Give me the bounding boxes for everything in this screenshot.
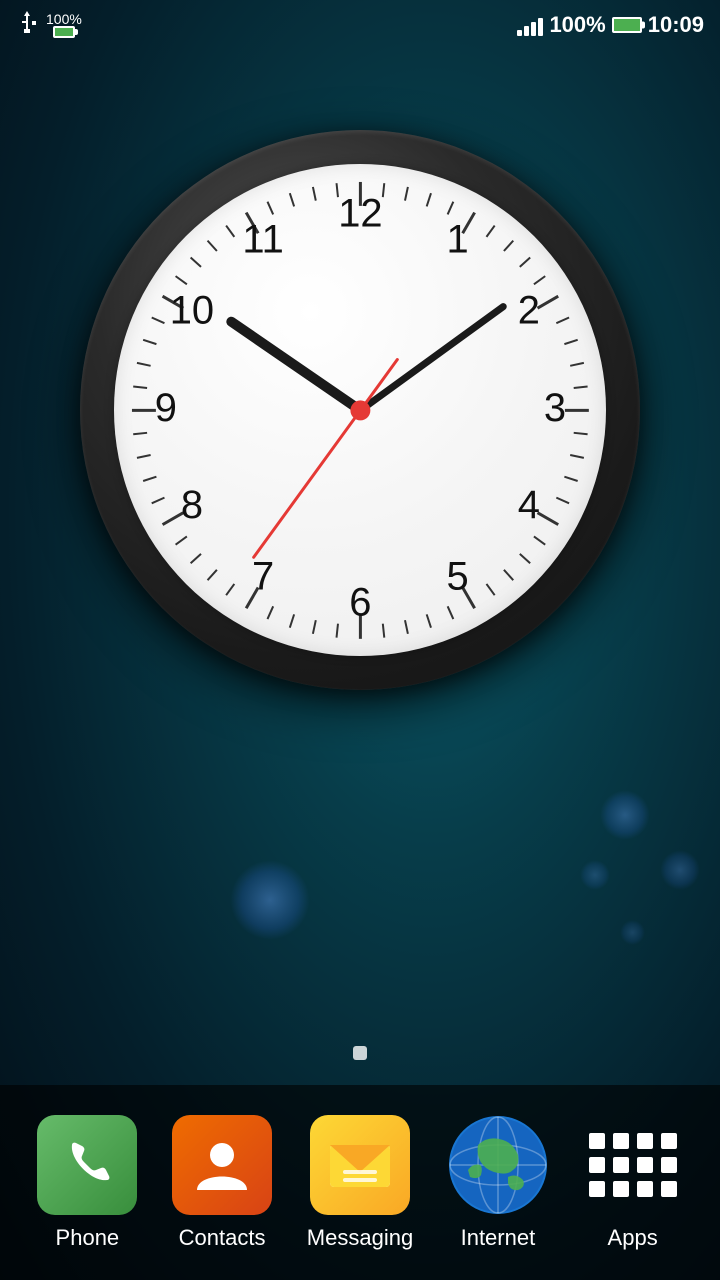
svg-text:6: 6 [349, 580, 371, 624]
battery-small-percent: 100% [46, 12, 82, 26]
signal-bar-4 [538, 18, 543, 36]
battery-small-icon [53, 26, 75, 38]
status-left: 100% [16, 11, 82, 39]
status-bar: 100% 100% 10:09 [0, 0, 720, 50]
signal-bars [517, 14, 543, 36]
dock-apps-label: Apps [608, 1225, 658, 1251]
svg-text:1: 1 [446, 217, 468, 261]
dock-internet-label: Internet [461, 1225, 536, 1251]
svg-text:2: 2 [517, 288, 539, 332]
signal-bar-3 [531, 22, 536, 36]
battery-percent: 100% [549, 12, 605, 38]
svg-text:8: 8 [180, 483, 202, 527]
internet-icon [448, 1115, 548, 1215]
dock-phone-label: Phone [56, 1225, 120, 1251]
dock-item-phone[interactable]: Phone [37, 1115, 137, 1251]
signal-bar-1 [517, 30, 522, 36]
svg-text:10: 10 [169, 288, 213, 332]
clock-face: 121234567891011 [114, 164, 607, 657]
contacts-icon [172, 1115, 272, 1215]
battery-icon [612, 17, 642, 33]
svg-text:9: 9 [154, 386, 176, 430]
clock-svg: 121234567891011 [114, 164, 607, 657]
page-dot-active [353, 1046, 367, 1060]
battery-small: 100% [46, 12, 82, 38]
dock-contacts-label: Contacts [179, 1225, 266, 1251]
usb-icon [16, 11, 38, 39]
svg-text:12: 12 [338, 191, 382, 235]
dock-item-contacts[interactable]: Contacts [172, 1115, 272, 1251]
phone-icon [37, 1115, 137, 1215]
minute-hand [360, 306, 503, 410]
dock-item-internet[interactable]: Internet [448, 1115, 548, 1251]
clock-time: 10:09 [648, 12, 704, 38]
second-hand [253, 410, 360, 557]
dock: Phone Contacts Messaging [0, 1085, 720, 1280]
signal-bar-2 [524, 26, 529, 36]
dock-messaging-label: Messaging [307, 1225, 413, 1251]
svg-text:3: 3 [543, 386, 565, 430]
svg-text:7: 7 [252, 554, 274, 598]
clock-widget[interactable]: 121234567891011 [80, 130, 640, 690]
hour-hand [231, 321, 360, 410]
page-indicator [353, 1046, 367, 1060]
center-dot [350, 400, 370, 420]
dock-item-messaging[interactable]: Messaging [307, 1115, 413, 1251]
clock-outer: 121234567891011 [80, 130, 640, 690]
dock-item-apps[interactable]: Apps [583, 1115, 683, 1251]
apps-icon [583, 1115, 683, 1215]
svg-text:5: 5 [446, 554, 468, 598]
svg-text:11: 11 [242, 217, 283, 261]
status-right: 100% 10:09 [517, 12, 704, 38]
messaging-icon [310, 1115, 410, 1215]
svg-text:4: 4 [517, 483, 539, 527]
